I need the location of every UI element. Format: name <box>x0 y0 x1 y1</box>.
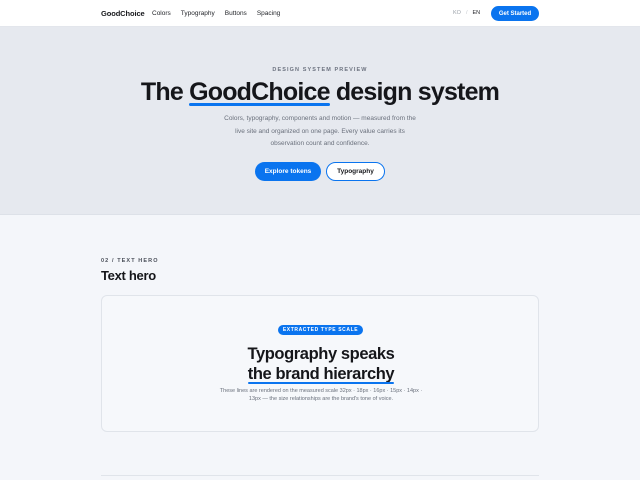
brand-logo[interactable]: GoodChoice <box>101 9 145 18</box>
hero-section: DESIGN SYSTEM PREVIEW The GoodChoice des… <box>0 27 640 215</box>
type-scale-badge: EXTRACTED TYPE SCALE <box>278 325 363 335</box>
hero-title-pre: The <box>140 78 190 106</box>
hero-eyebrow: DESIGN SYSTEM PREVIEW <box>272 67 368 73</box>
section-title: Text hero <box>101 268 156 283</box>
hero-title-post: design system <box>329 78 500 106</box>
explore-tokens-button[interactable]: Explore tokens <box>255 162 321 181</box>
type-hero-line-2: the brand hierarchy <box>247 365 395 384</box>
language-switcher: KO / EN <box>453 10 480 16</box>
next-card-edge <box>101 475 539 480</box>
nav-link-buttons[interactable]: Buttons <box>225 10 247 17</box>
typography-button[interactable]: Typography <box>326 162 385 181</box>
top-nav: GoodChoice Colors Typography Buttons Spa… <box>0 0 640 27</box>
hero-description: Colors, typography, components and motio… <box>224 115 416 147</box>
type-hero-line-1: Typography speaks <box>247 345 395 363</box>
lang-en[interactable]: EN <box>472 10 480 16</box>
section-eyebrow: 02 / TEXT HERO <box>101 258 159 264</box>
nav-link-typography[interactable]: Typography <box>181 10 215 17</box>
hero-title-highlight: GoodChoice <box>189 78 330 106</box>
get-started-button[interactable]: Get Started <box>491 6 539 21</box>
hero-title: The GoodChoice design system <box>0 78 640 107</box>
text-hero-card: EXTRACTED TYPE SCALE Typography speaks t… <box>101 295 539 432</box>
lang-separator: / <box>465 10 468 16</box>
nav-links: Colors Typography Buttons Spacing <box>152 10 280 17</box>
nav-link-spacing[interactable]: Spacing <box>257 10 281 17</box>
lang-ko[interactable]: KO <box>453 10 461 16</box>
type-scale-description: These lines are rendered on the measured… <box>219 388 423 402</box>
nav-link-colors[interactable]: Colors <box>152 10 171 17</box>
type-hero-title: Typography speaks the brand hierarchy <box>102 344 540 384</box>
